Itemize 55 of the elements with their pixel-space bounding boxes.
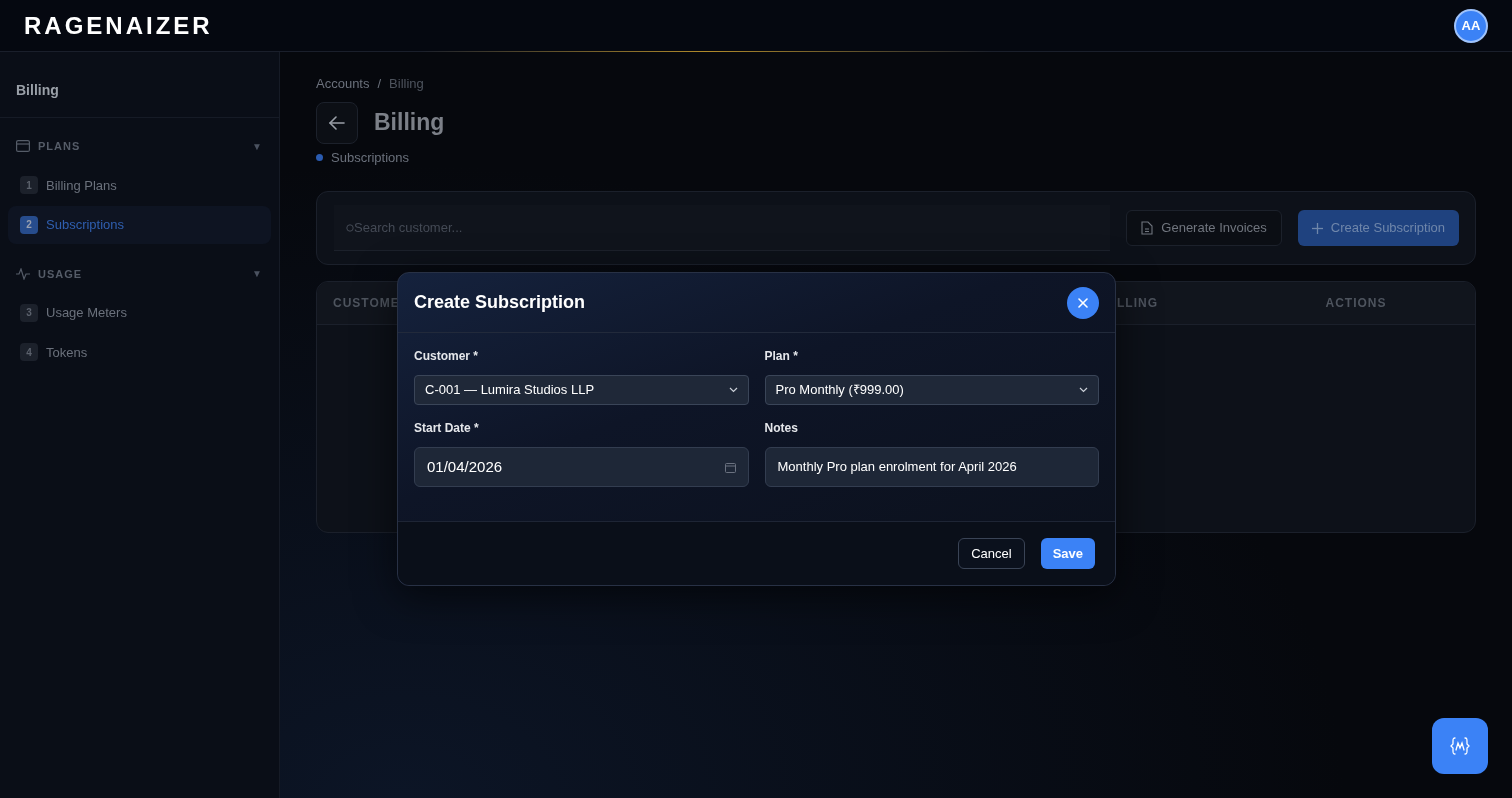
sidebar-title: Billing: [0, 52, 279, 118]
user-avatar[interactable]: AA: [1454, 8, 1488, 43]
sidebar-item[interactable]: 2 Subscriptions: [8, 206, 271, 244]
breadcrumb-separator: /: [377, 75, 382, 93]
sidebar-item[interactable]: 4 Tokens: [8, 333, 271, 371]
caret-icon[interactable]: ▼: [252, 266, 263, 282]
sidebar-item[interactable]: 3 Usage Meters: [8, 294, 271, 332]
field-label: Notes: [764, 420, 799, 437]
number-badge: 3: [20, 303, 38, 322]
assistant-button[interactable]: [1432, 718, 1488, 774]
create-button[interactable]: Create Subscription: [1297, 210, 1459, 246]
breadcrumb-link[interactable]: Accounts: [316, 74, 370, 94]
section-label: USAGE: [38, 266, 83, 282]
select-field[interactable]: C-001 — Lumira Studios LLP: [414, 375, 749, 405]
chevron-down-icon: [1079, 387, 1088, 393]
calendar-icon: [724, 461, 736, 473]
breadcrumb-current: Billing: [389, 75, 424, 93]
chevron-down-icon: [728, 387, 738, 393]
back-arrow-icon: [329, 115, 345, 130]
close-button[interactable]: [1067, 286, 1099, 319]
field-label: Plan *: [764, 348, 799, 365]
modal-title: Create Subscription: [414, 291, 586, 314]
field-label: Customer *: [414, 348, 479, 365]
column-header: ACTIONS: [1325, 295, 1387, 312]
back-button[interactable]: [316, 101, 358, 144]
caret-icon[interactable]: ▼: [252, 138, 263, 154]
status-dot: [316, 153, 323, 161]
item-label: Billing Plans: [46, 176, 117, 195]
logo: RAGENAIZER: [24, 10, 213, 41]
page-title: Billing: [374, 108, 445, 137]
number-badge: 4: [20, 343, 38, 362]
column-header: CUSTOME: [332, 295, 397, 312]
section-label: PLANS: [38, 139, 81, 154]
number-badge: 2: [20, 215, 38, 234]
item-label: Subscriptions: [46, 216, 125, 234]
date-field[interactable]: 01/04/2026: [414, 447, 749, 487]
field-label: Start Date *: [414, 420, 480, 437]
search-icon: [346, 223, 354, 232]
save-button[interactable]: Save: [1040, 538, 1095, 569]
assistant-icon: [1450, 737, 1470, 755]
cancel-button[interactable]: Cancel: [958, 538, 1025, 569]
page-subtitle: Subscriptions: [331, 148, 410, 167]
select-field[interactable]: Pro Monthly (₹999.00): [764, 375, 1099, 405]
card-icon: [16, 140, 30, 153]
generate-button[interactable]: Generate Invoices: [1126, 210, 1282, 246]
plus-icon: [1311, 222, 1323, 234]
column-header: LLING: [1117, 295, 1159, 312]
close-icon: [1078, 297, 1088, 308]
item-label: Tokens: [46, 343, 88, 362]
item-label: Usage Meters: [46, 304, 127, 322]
number-badge: 1: [20, 176, 38, 195]
notes-field[interactable]: Monthly Pro plan enrolment for April 2026: [764, 447, 1099, 487]
document-icon: [1141, 221, 1154, 235]
activity-icon: [16, 267, 30, 280]
sidebar-item[interactable]: 1 Billing Plans: [8, 166, 271, 204]
